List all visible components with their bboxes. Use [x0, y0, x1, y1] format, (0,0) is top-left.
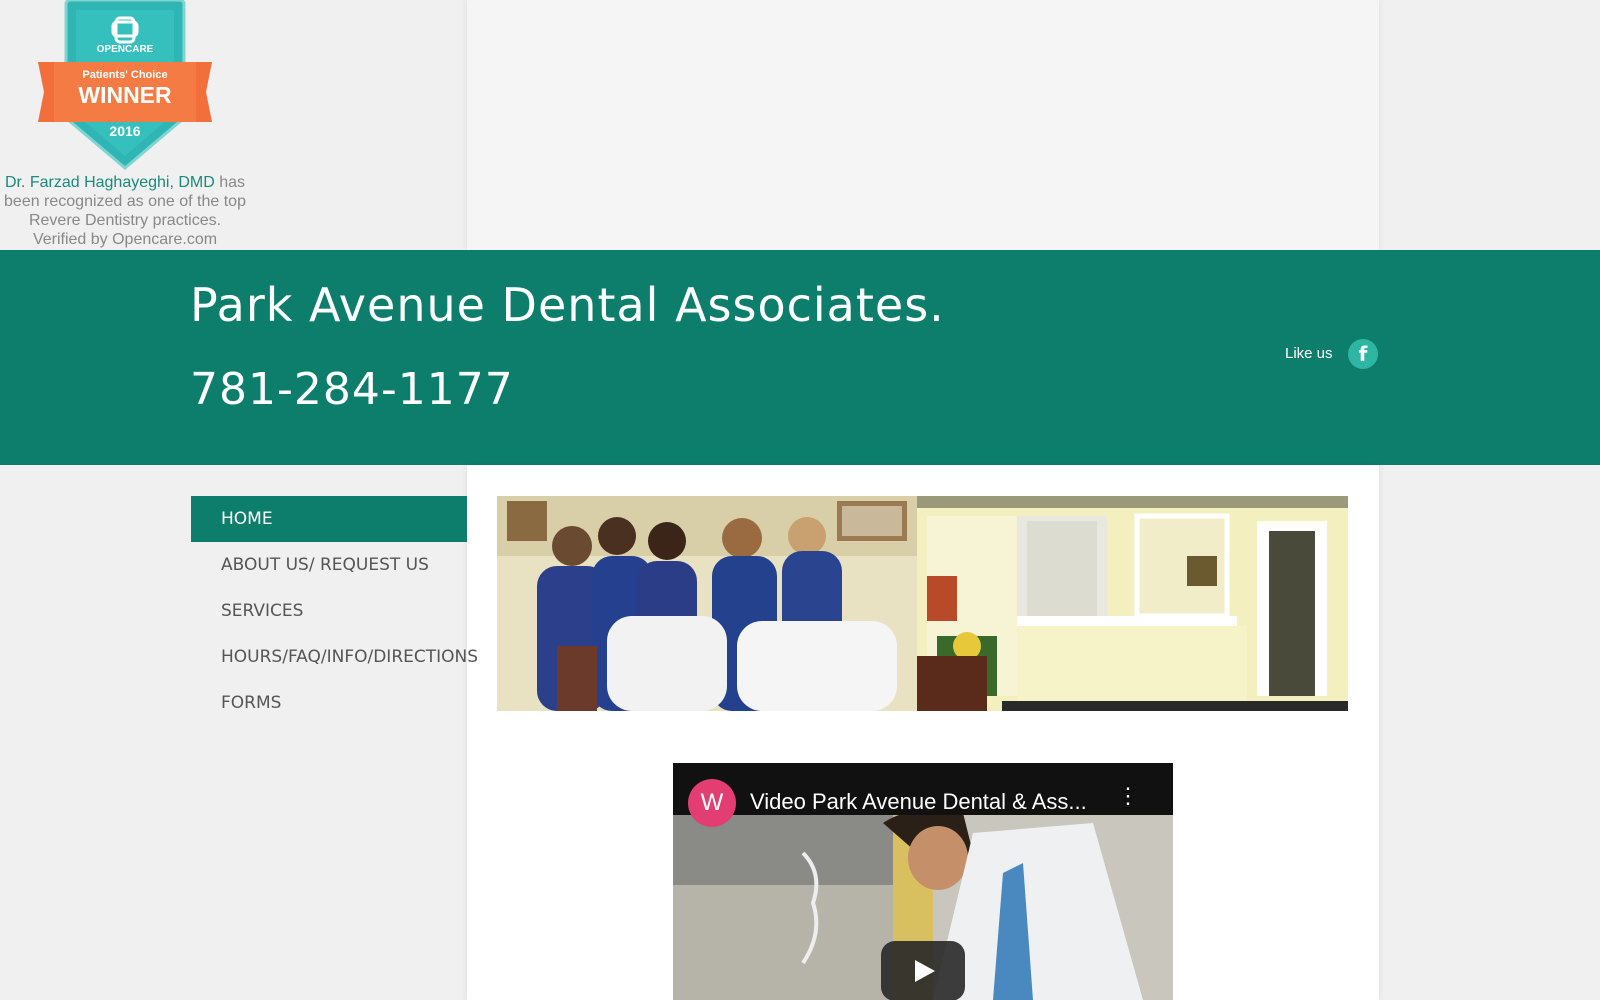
opencare-verified-link[interactable]: Verified by Opencare.com	[33, 231, 217, 248]
play-icon[interactable]	[881, 941, 965, 1000]
nav-item-services[interactable]: SERVICES	[191, 588, 467, 634]
nav-item-about-us[interactable]: ABOUT US/ REQUEST US	[191, 542, 467, 588]
site-phone: 781-284-1177	[190, 364, 514, 415]
opencare-winner-badge-icon[interactable]: OPENCARE Patients' Choice WINNER 2016	[38, 0, 212, 170]
svg-text:2016: 2016	[109, 123, 140, 139]
like-us-label: Like us	[1285, 345, 1333, 362]
badge-caption: Dr. Farzad Haghayeghi, DMD has been reco…	[0, 173, 250, 249]
video-title[interactable]: Video Park Avenue Dental & Ass...	[750, 789, 1087, 815]
more-vert-icon[interactable]: ⋮	[1117, 785, 1139, 807]
svg-text:Patients' Choice: Patients' Choice	[82, 69, 167, 81]
staff-and-office-photo	[497, 496, 1348, 711]
site-title: Park Avenue Dental Associates.	[190, 278, 945, 332]
doctor-profile-link[interactable]: Dr. Farzad Haghayeghi, DMD	[5, 174, 215, 191]
nav-item-hours-faq[interactable]: HOURS/FAQ/INFO/DIRECTIONS	[191, 634, 478, 680]
facebook-icon[interactable]: f	[1348, 339, 1378, 369]
svg-text:OPENCARE: OPENCARE	[97, 44, 154, 55]
opencare-badge[interactable]: OPENCARE Patients' Choice WINNER 2016 Dr…	[0, 0, 250, 250]
hero-image	[497, 496, 1348, 711]
svg-text:WINNER: WINNER	[78, 82, 172, 108]
top-panel	[467, 0, 1379, 250]
sidebar-nav: HOME ABOUT US/ REQUEST US SERVICES HOURS…	[191, 496, 478, 726]
nav-item-forms[interactable]: FORMS	[191, 680, 467, 726]
channel-avatar[interactable]: W	[688, 779, 736, 827]
nav-item-home[interactable]: HOME	[191, 496, 467, 542]
video-player[interactable]: W Video Park Avenue Dental & Ass... ⋮	[673, 763, 1173, 1000]
page: OPENCARE Patients' Choice WINNER 2016 Dr…	[0, 0, 1600, 1000]
